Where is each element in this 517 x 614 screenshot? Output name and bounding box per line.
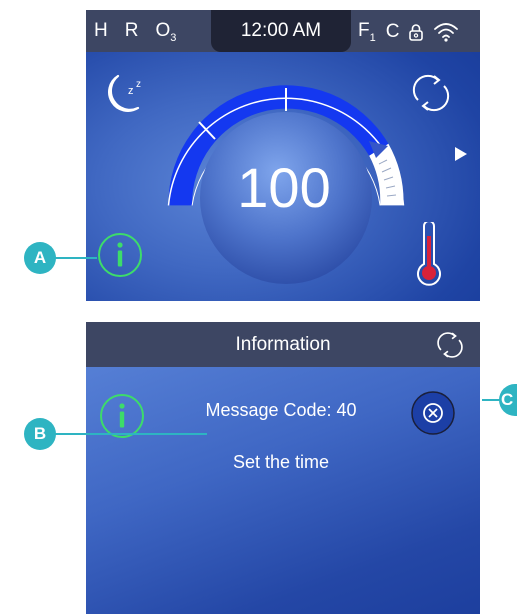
information-screen: Information Message Code: 40 Set the tim… [86,322,480,614]
main-control-screen: H R O3 12:00 AM F1 C z z 100 [86,10,480,301]
screen-title: Information [235,334,331,355]
cleanup-indicator: C [385,20,400,42]
status-bar: H R O3 12:00 AM F1 C [86,10,480,52]
info-icon[interactable] [96,231,144,279]
next-arrow-icon[interactable] [454,146,468,162]
heater-indicator: H [94,20,108,41]
status-indicators-left: H R O3 [94,20,176,44]
clock-display[interactable]: 12:00 AM [211,10,351,52]
svg-text:z: z [128,85,134,97]
message-text: Set the time [232,452,330,472]
ozone-indicator: O3 [155,20,177,44]
thermometer-icon[interactable] [416,222,442,286]
sleep-icon[interactable]: z z [104,70,154,116]
callout-c: C [499,384,517,416]
callout-c-label: C [501,390,514,409]
wifi-icon[interactable] [433,22,459,42]
svg-text:z: z [136,79,141,90]
set-temperature-value: 100 [237,156,331,219]
callout-b-line [55,433,207,435]
message-code: Message Code: 40 [205,400,357,420]
status-indicators-right: F1 C [358,20,459,44]
close-button[interactable] [410,390,456,436]
ready-indicator: R [124,20,139,41]
filter-indicator: F1 [358,20,376,44]
callout-b: B [24,418,56,450]
lock-icon[interactable] [409,23,424,41]
refresh-icon[interactable] [434,329,466,361]
callout-a: A [24,242,56,274]
callout-a-line [55,257,97,259]
